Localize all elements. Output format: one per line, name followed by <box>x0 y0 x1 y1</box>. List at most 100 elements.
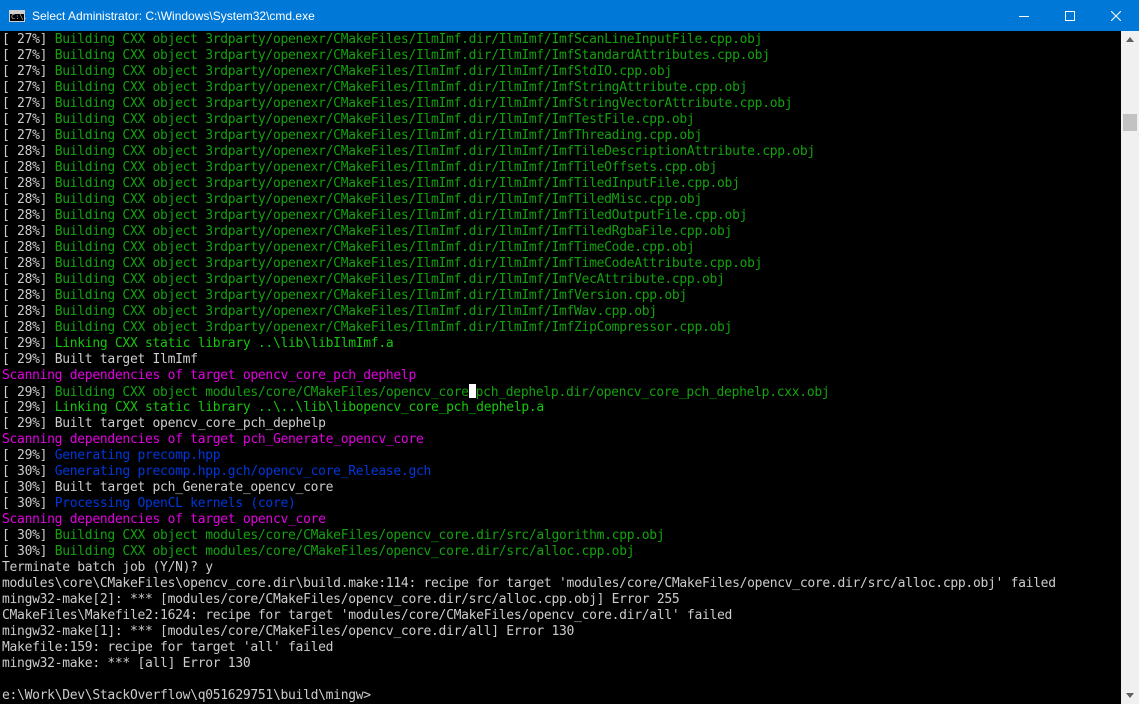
line-text: Building CXX object 3rdparty/openexr/CMa… <box>54 192 703 207</box>
scrollbar-thumb[interactable] <box>1123 114 1137 131</box>
maximize-icon <box>1065 10 1075 21</box>
console-line: [ 27%] Building CXX object 3rdparty/open… <box>2 96 1056 112</box>
progress-prefix: [ 27%] <box>2 32 55 47</box>
close-button[interactable] <box>1093 0 1139 31</box>
line-text: Built target opencv_core_pch_dephelp <box>54 416 326 431</box>
progress-prefix: [ 28%] <box>2 240 55 255</box>
console-line: [ 30%] Built target pch_Generate_opencv_… <box>2 480 1056 496</box>
cmd-app-icon[interactable]: C:\. <box>9 9 28 22</box>
line-text: Building CXX object 3rdparty/openexr/CMa… <box>54 112 695 127</box>
chevron-down-icon <box>1126 693 1134 698</box>
console-line: Scanning dependencies of target opencv_c… <box>2 368 1056 384</box>
line-text: Building CXX object 3rdparty/openexr/CMa… <box>54 320 733 335</box>
progress-prefix: [ 30%] <box>2 480 55 495</box>
line-text: CMakeFiles\Makefile2:1624: recipe for ta… <box>2 608 733 623</box>
line-text: Building CXX object 3rdparty/openexr/CMa… <box>54 128 703 143</box>
line-text: Building CXX object 3rdparty/openexr/CMa… <box>54 80 748 95</box>
progress-prefix: [ 30%] <box>2 496 55 511</box>
console-line: [ 27%] Building CXX object 3rdparty/open… <box>2 48 1056 64</box>
line-text: Built target pch_Generate_opencv_core <box>54 480 334 495</box>
chevron-up-icon <box>1126 37 1134 42</box>
line-text: Building CXX object 3rdparty/openexr/CMa… <box>54 224 733 239</box>
console-line: [ 28%] Building CXX object 3rdparty/open… <box>2 320 1056 336</box>
progress-prefix: [ 28%] <box>2 320 55 335</box>
console-line: [ 29%] Building CXX object modules/core/… <box>2 384 1056 400</box>
console-output[interactable]: [ 27%] Building CXX object 3rdparty/open… <box>0 31 1121 704</box>
line-text: Building CXX object 3rdparty/openexr/CMa… <box>54 240 695 255</box>
line-text: Building CXX object 3rdparty/openexr/CMa… <box>54 256 763 271</box>
maximize-button[interactable] <box>1047 0 1093 31</box>
line-text: Building CXX object 3rdparty/openexr/CMa… <box>54 304 657 319</box>
line-text: Building CXX object 3rdparty/openexr/CMa… <box>54 96 793 111</box>
console-line: [ 28%] Building CXX object 3rdparty/open… <box>2 160 1056 176</box>
minimize-icon <box>1019 15 1029 17</box>
console-line: CMakeFiles\Makefile2:1624: recipe for ta… <box>2 608 1056 624</box>
console-line: Scanning dependencies of target pch_Gene… <box>2 432 1056 448</box>
progress-prefix: [ 29%] <box>2 385 55 400</box>
console-line: mingw32-make[2]: *** [modules/core/CMake… <box>2 592 1056 608</box>
line-text: Terminate batch job (Y/N)? y <box>2 560 213 575</box>
line-text: Building CXX object 3rdparty/openexr/CMa… <box>54 48 770 63</box>
progress-prefix: [ 29%] <box>2 352 55 367</box>
console-line: Terminate batch job (Y/N)? y <box>2 560 1056 576</box>
line-text: Building CXX object modules/core/CMakeFi… <box>54 528 665 543</box>
console-line: e:\Work\Dev\StackOverflow\q051629751\bui… <box>2 688 1056 704</box>
console-line: [ 30%] Building CXX object modules/core/… <box>2 528 1056 544</box>
console-line: [ 30%] Generating precomp.hpp.gch/opencv… <box>2 464 1056 480</box>
line-text: Built target IlmImf <box>54 352 198 367</box>
console-line: [ 28%] Building CXX object 3rdparty/open… <box>2 192 1056 208</box>
console-line: [ 28%] Building CXX object 3rdparty/open… <box>2 176 1056 192</box>
progress-prefix: [ 27%] <box>2 80 55 95</box>
line-text: Building CXX object 3rdparty/openexr/CMa… <box>54 272 725 287</box>
line-text: Building CXX object 3rdparty/openexr/CMa… <box>54 32 763 47</box>
console-line: [ 27%] Building CXX object 3rdparty/open… <box>2 112 1056 128</box>
line-text: Scanning dependencies of target opencv_c… <box>2 512 326 527</box>
line-text: Makefile:159: recipe for target 'all' fa… <box>2 640 334 655</box>
line-text: Scanning dependencies of target pch_Gene… <box>2 432 424 447</box>
console-line: [ 28%] Building CXX object 3rdparty/open… <box>2 272 1056 288</box>
progress-prefix: [ 29%] <box>2 448 55 463</box>
window-controls <box>1001 0 1139 31</box>
progress-prefix: [ 30%] <box>2 528 55 543</box>
console-line: modules\core\CMakeFiles\opencv_core.dir\… <box>2 576 1056 592</box>
line-text: pch_dephelp.dir/opencv_core_pch_dephelp.… <box>475 385 830 400</box>
line-text: mingw32-make: *** [all] Error 130 <box>2 656 251 671</box>
progress-prefix: [ 28%] <box>2 192 55 207</box>
progress-prefix: [ 28%] <box>2 176 55 191</box>
progress-prefix: [ 28%] <box>2 288 55 303</box>
line-text: modules\core\CMakeFiles\opencv_core.dir\… <box>2 576 1056 591</box>
title-bar[interactable]: C:\. Select Administrator: C:\Windows\Sy… <box>0 0 1139 31</box>
console-line: [ 28%] Building CXX object 3rdparty/open… <box>2 304 1056 320</box>
close-icon <box>1111 10 1121 21</box>
progress-prefix: [ 27%] <box>2 48 55 63</box>
console-line: [ 30%] Processing OpenCL kernels (core) <box>2 496 1056 512</box>
line-text: Building CXX object 3rdparty/openexr/CMa… <box>54 144 816 159</box>
console-line: [ 28%] Building CXX object 3rdparty/open… <box>2 224 1056 240</box>
progress-prefix: [ 28%] <box>2 256 55 271</box>
vertical-scrollbar[interactable] <box>1121 31 1139 704</box>
console-line: [ 29%] Built target IlmImf <box>2 352 1056 368</box>
progress-prefix: [ 27%] <box>2 112 55 127</box>
scroll-up-button[interactable] <box>1121 31 1139 48</box>
console-line: [ 29%] Generating precomp.hpp <box>2 448 1056 464</box>
progress-prefix: [ 30%] <box>2 464 55 479</box>
console-line: mingw32-make[1]: *** [modules/core/CMake… <box>2 624 1056 640</box>
progress-prefix: [ 30%] <box>2 544 55 559</box>
console-line: [ 29%] Linking CXX static library ..\lib… <box>2 336 1056 352</box>
console-line: mingw32-make: *** [all] Error 130 <box>2 656 1056 672</box>
scroll-down-button[interactable] <box>1121 687 1139 704</box>
progress-prefix: [ 27%] <box>2 64 55 79</box>
line-text: Building CXX object 3rdparty/openexr/CMa… <box>54 64 672 79</box>
progress-prefix: [ 29%] <box>2 336 55 351</box>
line-text: Processing OpenCL kernels (core) <box>54 496 296 511</box>
progress-prefix: [ 28%] <box>2 144 55 159</box>
line-text: Generating precomp.hpp.gch/opencv_core_R… <box>54 464 432 479</box>
line-text: Linking CXX static library ..\..\lib\lib… <box>54 400 545 415</box>
minimize-button[interactable] <box>1001 0 1047 31</box>
line-text: Generating precomp.hpp <box>54 448 221 463</box>
line-text: Linking CXX static library ..\lib\libIlm… <box>54 336 394 351</box>
progress-prefix: [ 27%] <box>2 96 55 111</box>
progress-prefix: [ 27%] <box>2 128 55 143</box>
console-line: Scanning dependencies of target opencv_c… <box>2 512 1056 528</box>
